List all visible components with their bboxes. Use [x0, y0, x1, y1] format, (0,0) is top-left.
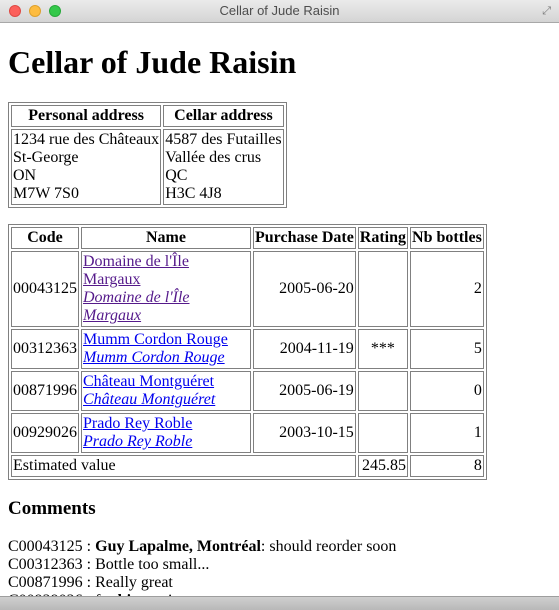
personal-province: ON [13, 167, 37, 184]
wine-code: 00312363 [11, 329, 79, 369]
comment-text: Bottle too small... [95, 556, 210, 573]
table-row: 00043125 Domaine de l'Île Margaux Domain… [11, 251, 484, 327]
window-titlebar: Cellar of Jude Raisin ⤢ [0, 0, 559, 23]
comment-text: Really great [95, 574, 173, 591]
personal-city: St-George [13, 149, 79, 166]
page-content: Cellar of Jude Raisin Personal address C… [8, 23, 551, 610]
rating [357, 413, 409, 453]
estimated-value-label: Estimated value [11, 455, 356, 477]
wine-name-cell: Mumm Cordon Rouge Mumm Cordon Rouge [81, 329, 251, 369]
table-row: 00871996 Château Montguéret Château Mont… [11, 371, 484, 411]
cellar-address: 4587 des Futailles Vallée des crus QC H3… [163, 129, 284, 205]
wine-name-link[interactable]: Mumm Cordon Rouge [83, 331, 228, 348]
total-bottles: 8 [410, 455, 484, 477]
personal-postal-code: M7W 7S0 [13, 185, 79, 202]
purchase-date-header: Purchase Date [253, 227, 356, 249]
wine-name-alt-link[interactable]: Mumm Cordon Rouge [83, 349, 249, 367]
wine-name-link[interactable]: Domaine de l'Île Margaux [83, 253, 189, 288]
wine-name-alt-link[interactable]: Château Montguéret [83, 391, 249, 409]
cellar-postal-code: H3C 4J8 [165, 185, 222, 202]
window-title: Cellar of Jude Raisin [219, 3, 340, 18]
rating: *** [357, 329, 409, 369]
comment-item: C00871996 : Really great [8, 574, 173, 591]
window-bottom-bar [0, 596, 559, 610]
purchase-date: 2005-06-20 [253, 251, 356, 327]
wine-name-cell: Château Montguéret Château Montguéret [81, 371, 251, 411]
wine-name-cell: Prado Rey Roble Prado Rey Roble [81, 413, 251, 453]
table-row: 00312363 Mumm Cordon Rouge Mumm Cordon R… [11, 329, 484, 369]
rating [357, 251, 409, 327]
wine-name-alt-link[interactable]: Domaine de l'Île Margaux [83, 289, 249, 325]
code-header: Code [11, 227, 79, 249]
page-title: Cellar of Jude Raisin [8, 44, 297, 80]
purchase-date: 2003-10-15 [253, 413, 356, 453]
cellar-city: Vallée des crus [165, 149, 262, 166]
wine-code: 00929026 [11, 413, 79, 453]
table-footer-row: Estimated value 245.85 8 [11, 455, 484, 477]
personal-address: 1234 rue des Châteaux St-George ON M7W 7… [11, 129, 162, 205]
comment-code: C00312363 [8, 556, 83, 573]
comment-item: C00312363 : Bottle too small... [8, 556, 210, 573]
table-row: 00929026 Prado Rey Roble Prado Rey Roble… [11, 413, 484, 453]
purchase-date: 2004-11-19 [253, 329, 356, 369]
cellar-province: QC [165, 167, 188, 184]
comments-title: Comments [8, 498, 96, 519]
wine-name-link[interactable]: Prado Rey Roble [83, 415, 192, 432]
fullscreen-icon[interactable]: ⤢ [542, 5, 551, 17]
comment-text: : should reorder soon [260, 538, 397, 555]
bottle-count: 5 [410, 329, 484, 369]
cellar-table: Code Name Purchase Date Rating Nb bottle… [8, 224, 487, 480]
personal-address-header: Personal address [11, 105, 162, 127]
comment-item: C00043125 : Guy Lapalme, Montréal: shoul… [8, 538, 397, 555]
wine-code: 00871996 [11, 371, 79, 411]
bottle-count: 1 [410, 413, 484, 453]
comment-code: C00871996 [8, 574, 83, 591]
wine-name-cell: Domaine de l'Île Margaux Domaine de l'Îl… [81, 251, 251, 327]
cellar-address-header: Cellar address [163, 105, 284, 127]
personal-street: 1234 rue des Châteaux [13, 131, 160, 148]
rating-header: Rating [357, 227, 409, 249]
bottle-count: 0 [410, 371, 484, 411]
purchase-date: 2005-06-19 [253, 371, 356, 411]
name-header: Name [81, 227, 251, 249]
cellar-street: 4587 des Futailles [165, 131, 282, 148]
comment-author: Guy Lapalme, Montréal [95, 538, 261, 555]
comment-code: C00043125 [8, 538, 83, 555]
wine-name-alt-link[interactable]: Prado Rey Roble [83, 433, 249, 451]
bottle-count: 2 [410, 251, 484, 327]
rating [357, 371, 409, 411]
wine-code: 00043125 [11, 251, 79, 327]
estimated-value: 245.85 [357, 455, 409, 477]
wine-name-link[interactable]: Château Montguéret [83, 373, 214, 390]
bottles-header: Nb bottles [410, 227, 484, 249]
address-table: Personal address Cellar address 1234 rue… [8, 102, 287, 208]
